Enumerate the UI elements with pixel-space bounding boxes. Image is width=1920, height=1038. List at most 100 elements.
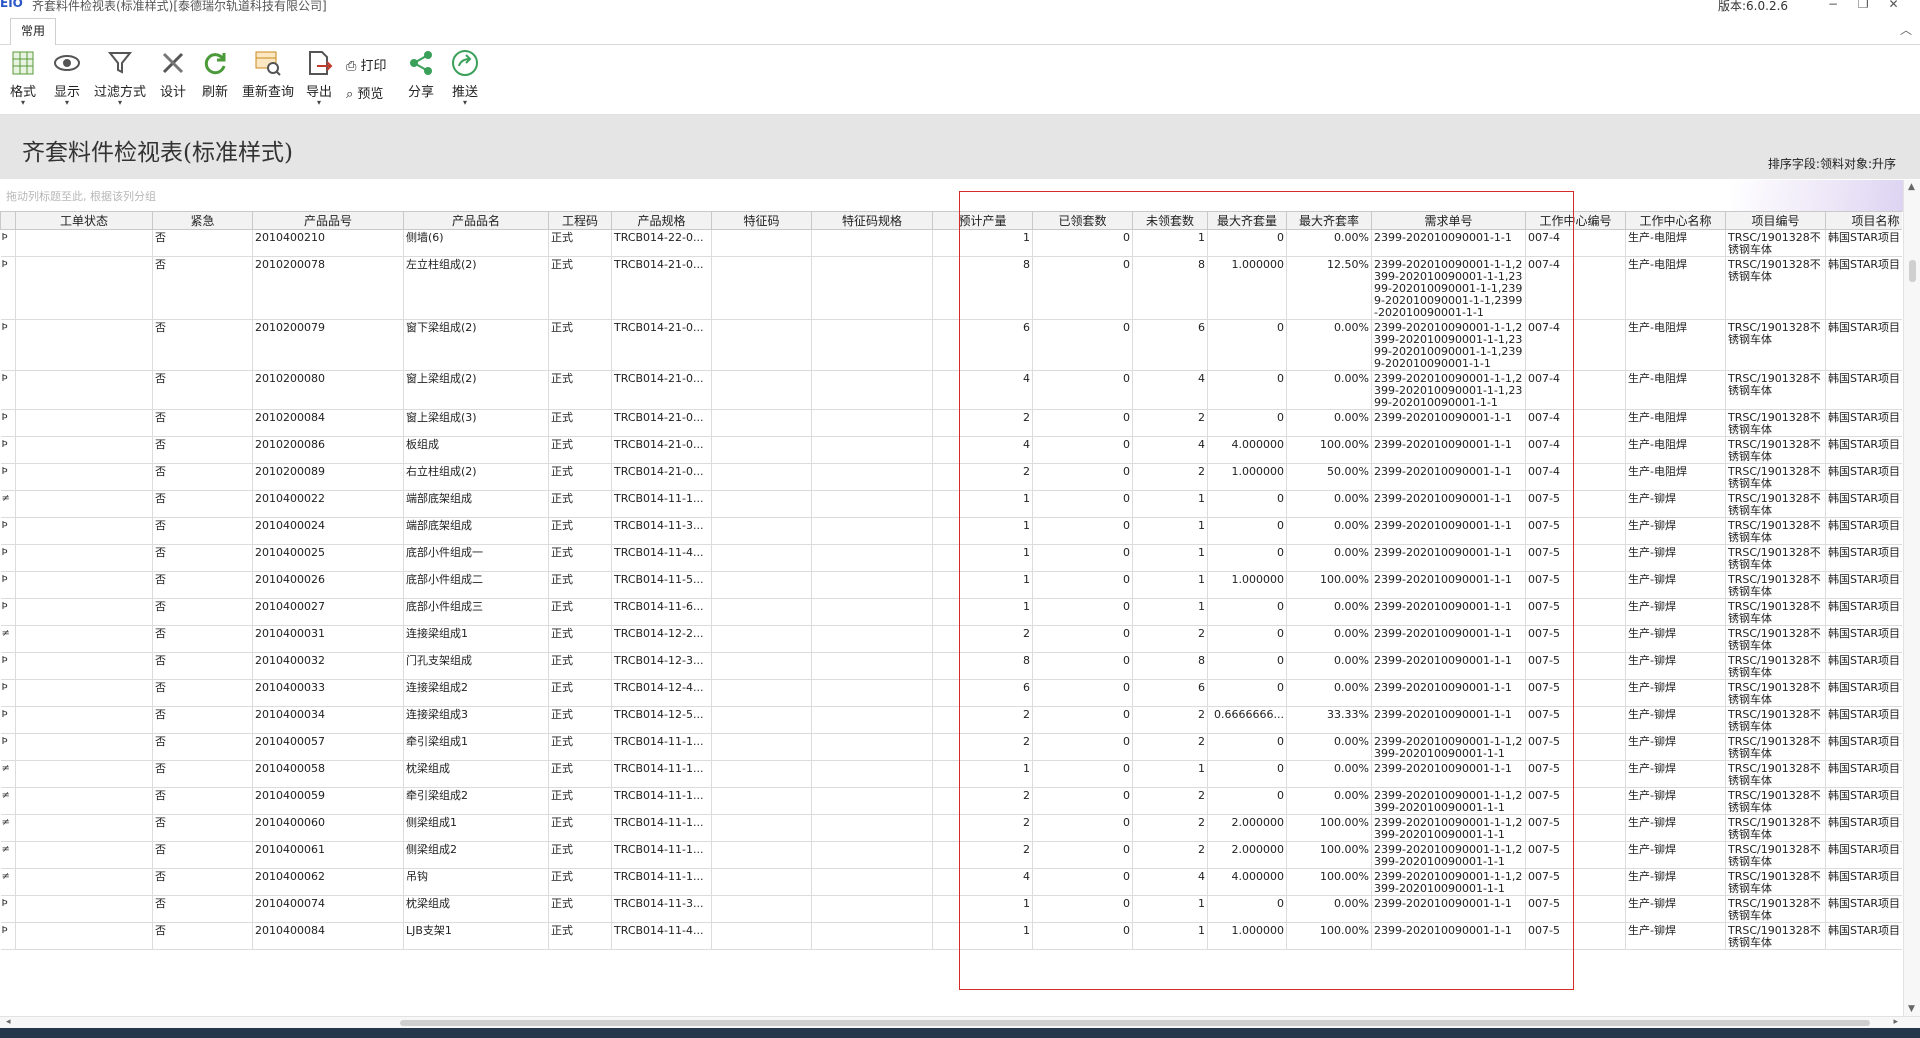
scroll-down-icon[interactable]: ▼ [1908,1004,1915,1014]
window-controls[interactable]: − ❐ ✕ [1828,0,1907,11]
title-bar: EIO 齐套料件检视表(标准样式)[泰德瑞尔轨道科技有限公司] 版本:6.0.2… [0,0,1920,14]
scroll-thumb-horizontal[interactable] [400,1020,1870,1026]
table-cell [811,679,933,707]
scroll-right-icon[interactable]: ▸ [1893,1017,1898,1027]
table-row[interactable]: ≠ 否 2010400022 端部底架组成 正式 TRCB014-11-1... 1 0 1 0 0… [0,490,1902,518]
table-row[interactable]: ≠ 否 2010400060 侧梁组成1 正式 TRCB014-11-1... 2 0 2 2.0… [0,814,1902,842]
data-grid: 工单状态 紧急 产品品号 产品品名 工程码 产品规格 特征码 特征码规格 预计产量 已领套数 未领套… [0,211,1902,1016]
column-header[interactable]: 特征码 [711,211,812,230]
display-button[interactable]: 显示 ▾ [52,49,82,107]
column-header[interactable]: 预计产量 [932,211,1033,230]
table-row[interactable]: Þ 否 2010400024 端部底架组成 正式 TRCB014-11-3... 1 0 1 0 0… [0,517,1902,545]
table-cell: 正式 [548,841,612,869]
table-cell: TRSC/1901328不锈钢车体 [1725,571,1826,599]
group-by-panel[interactable]: 拖动列标题至此, 根据该列分组 [0,180,1920,212]
table-cell: 1 [1132,571,1208,599]
scroll-up-icon[interactable]: ▲ [1908,182,1915,192]
table-row[interactable]: Þ 否 2010400034 连接梁组成3 正式 TRCB014-12-5... 2 0 2 0.… [0,706,1902,734]
table-cell [711,463,812,491]
preview-button[interactable]: ⌕ 预览 [346,83,383,102]
filter-button[interactable]: 过滤方式 ▾ [94,49,146,107]
table-row[interactable]: ≠ 否 2010400031 连接梁组成1 正式 TRCB014-12-2... 2 0 2 0 0… [0,625,1902,653]
table-row[interactable]: Þ 否 2010200086 板组成 正式 TRCB014-21-0... 4 0 4 4.000… [0,436,1902,464]
column-header[interactable]: 产品品名 [403,211,549,230]
table-row[interactable]: Þ 否 2010400033 连接梁组成2 正式 TRCB014-12-4... 6 0 6 0 0… [0,679,1902,707]
push-button[interactable]: 推送 ▾ [450,49,480,107]
table-row[interactable]: Þ 否 2010400057 牵引梁组成1 正式 TRCB014-11-1... 2 0 2 0 0… [0,733,1902,761]
table-cell: 2 [1132,787,1208,815]
table-cell [811,256,933,320]
table-cell: 枕梁组成 [403,895,549,923]
column-header[interactable]: 未领套数 [1132,211,1208,230]
table-cell: 正式 [548,517,612,545]
table-cell: 生产-铆焊 [1625,922,1726,950]
table-row[interactable]: Þ 否 2010400027 底部小件组成三 正式 TRCB014-11-6... 1 0 1 0… [0,598,1902,626]
table-cell [711,760,812,788]
table-cell: 0 [1032,319,1133,371]
column-header[interactable]: 工单状态 [15,211,153,230]
column-header[interactable]: 已领套数 [1032,211,1133,230]
table-row[interactable]: Þ 否 2010400210 侧墙(6) 正式 TRCB014-22-0... 1 0 1 0 0.… [0,229,1902,257]
column-header[interactable]: 项目名称 [1825,211,1902,230]
format-button[interactable]: 格式 ▾ [8,49,38,107]
table-row[interactable]: ≠ 否 2010400061 侧梁组成2 正式 TRCB014-11-1... 2 0 2 2.0… [0,841,1902,869]
table-cell: 韩国STAR项目 [1825,625,1902,653]
table-cell: 2010400210 [252,229,404,257]
table-row[interactable]: Þ 否 2010200079 窗下梁组成(2) 正式 TRCB014-21-0... 6 0 6… [0,319,1902,371]
table-cell: 1 [1132,490,1208,518]
share-button[interactable]: 分享 [406,49,436,100]
table-cell: 生产-铆焊 [1625,868,1726,896]
table-cell: 0.00% [1286,490,1372,518]
column-header[interactable]: 产品规格 [611,211,712,230]
column-header[interactable]: 工作中心名称 [1625,211,1726,230]
tab-common[interactable]: 常用 [10,18,56,45]
print-button[interactable]: ⎙ 打印 [346,55,387,74]
vertical-scrollbar[interactable]: ▲ ▼ [1903,180,1920,1016]
table-row[interactable]: Þ 否 2010400032 门孔支架组成 正式 TRCB014-12-3... 8 0 8 0 0… [0,652,1902,680]
table-cell: 否 [152,841,253,869]
column-header[interactable]: 工程码 [548,211,612,230]
table-cell: 1.000000 [1207,922,1287,950]
table-cell: 韩国STAR项目 [1825,436,1902,464]
table-row[interactable]: Þ 否 2010400026 底部小件组成二 正式 TRCB014-11-5... 1 0 1 1… [0,571,1902,599]
column-header[interactable]: 项目编号 [1725,211,1826,230]
table-row[interactable]: Þ 否 2010200089 右立柱组成(2) 正式 TRCB014-21-0... 2 0 2… [0,463,1902,491]
table-row[interactable]: Þ 否 2010400084 LJB支架1 正式 TRCB014-11-4... 1 0 1 1.… [0,922,1902,950]
column-header[interactable]: 最大齐套率 [1286,211,1372,230]
column-header[interactable]: 紧急 [152,211,253,230]
column-header[interactable]: 需求单号 [1371,211,1526,230]
column-header[interactable]: 最大齐套量 [1207,211,1287,230]
export-button[interactable]: 导出 ▾ [304,49,334,107]
table-cell: 100.00% [1286,841,1372,869]
table-cell: 生产-铆焊 [1625,544,1726,572]
table-row[interactable]: ≠ 否 2010400062 吊钩 正式 TRCB014-11-1... 4 0 4 4.0000… [0,868,1902,896]
table-cell: 2010400060 [252,814,404,842]
table-cell: 0 [1032,733,1133,761]
refresh-button[interactable]: 刷新 [200,49,230,100]
column-header[interactable]: 特征码规格 [811,211,933,230]
table-row[interactable]: ≠ 否 2010400058 枕梁组成 正式 TRCB014-11-1... 1 0 1 0 0.0… [0,760,1902,788]
scroll-thumb[interactable] [1909,260,1916,282]
design-tools-icon [162,52,184,74]
column-header[interactable]: 工作中心编号 [1525,211,1626,230]
table-row[interactable]: Þ 否 2010200078 左立柱组成(2) 正式 TRCB014-21-0... 8 0 8… [0,256,1902,320]
table-cell: 12.50% [1286,256,1372,320]
table-cell: 韩国STAR项目 [1825,733,1902,761]
design-button[interactable]: 设计 [158,49,188,100]
table-cell: 2010400084 [252,922,404,950]
table-row[interactable]: Þ 否 2010400074 枕梁组成 正式 TRCB014-11-3... 1 0 1 0 0.0… [0,895,1902,923]
table-row[interactable]: Þ 否 2010400025 底部小件组成一 正式 TRCB014-11-4... 1 0 1 0… [0,544,1902,572]
refresh-icon [204,53,226,75]
requery-button[interactable]: 重新查询 [242,49,294,100]
table-cell [811,436,933,464]
table-cell: 2 [932,409,1033,437]
table-cell: 0.00% [1286,760,1372,788]
table-cell: 2399-202010090001-1-1 [1371,652,1526,680]
table-row[interactable]: Þ 否 2010200080 窗上梁组成(2) 正式 TRCB014-21-0... 4 0 4… [0,370,1902,410]
scroll-left-icon[interactable]: ◂ [6,1017,11,1027]
printer-icon: ⎙ [346,59,357,74]
table-row[interactable]: ≠ 否 2010400059 牵引梁组成2 正式 TRCB014-11-1... 2 0 2 0 0… [0,787,1902,815]
collapse-ribbon-icon[interactable]: ︿ [1900,21,1912,38]
column-header[interactable]: 产品品号 [252,211,404,230]
table-row[interactable]: Þ 否 2010200084 窗上梁组成(3) 正式 TRCB014-21-0... 2 0 2… [0,409,1902,437]
